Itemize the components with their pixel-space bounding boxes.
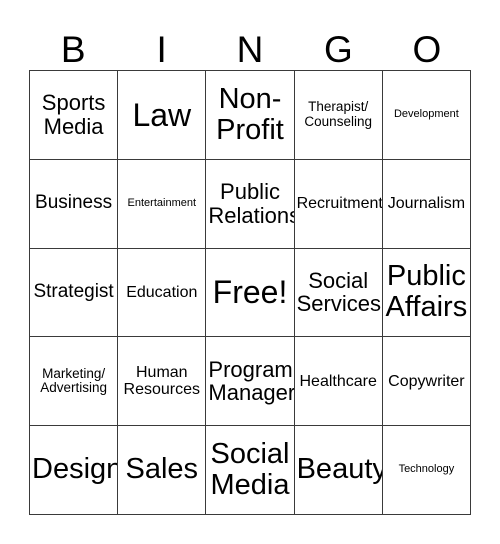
bingo-cell-label: Therapist/ Counseling: [304, 99, 372, 129]
bingo-cell[interactable]: Journalism: [382, 159, 471, 249]
bingo-cell[interactable]: Sales: [118, 426, 207, 515]
bingo-cell[interactable]: Design: [30, 426, 119, 515]
bingo-cell[interactable]: Technology: [382, 426, 471, 515]
bingo-cell-label: Technology: [398, 463, 455, 476]
bingo-cell-label: Entertainment: [127, 196, 197, 209]
bingo-cell-label: Free!: [212, 274, 288, 311]
bingo-header-letter-b: B: [60, 29, 86, 70]
bingo-cell-label: Marketing/ Advertising: [40, 365, 107, 396]
bingo-cell[interactable]: Therapist/ Counseling: [294, 71, 383, 160]
bingo-header-letter-n: N: [236, 29, 264, 70]
bingo-cell[interactable]: Healthcare: [294, 337, 383, 427]
bingo-cell-label: Social Media: [210, 437, 290, 502]
bingo-free-space-cell[interactable]: Free!: [206, 248, 295, 338]
bingo-cell-label: Public Affairs: [385, 260, 468, 324]
bingo-cell-label: Journalism: [387, 195, 466, 213]
bingo-cell[interactable]: Business: [30, 159, 119, 249]
bingo-cell[interactable]: Strategist: [30, 248, 119, 338]
bingo-cell-label: Non- Profit: [216, 82, 284, 146]
bingo-cell[interactable]: Program Manager: [206, 337, 295, 427]
bingo-cell-label: Program Manager: [208, 356, 295, 406]
bingo-cell[interactable]: Non- Profit: [206, 71, 295, 160]
bingo-card: B I N G O Sports Media Law Non- Profit Ther…: [0, 0, 500, 544]
bingo-cell-label: Strategist: [33, 281, 114, 303]
bingo-cell[interactable]: Education: [118, 248, 207, 338]
bingo-cell[interactable]: Copywriter: [382, 337, 471, 427]
bingo-cell-label: Copywriter: [388, 372, 465, 390]
bingo-cell-label: Development: [393, 107, 459, 120]
bingo-cell[interactable]: Social Services: [294, 248, 383, 338]
bingo-cell[interactable]: Public Relations: [206, 159, 295, 249]
bingo-cell-label: Education: [126, 283, 198, 301]
bingo-grid: Sports Media Law Non- Profit Therapist/ Cou…: [29, 70, 471, 515]
bingo-cell[interactable]: Development: [382, 71, 471, 160]
bingo-header-letter-i: I: [156, 29, 167, 70]
bingo-cell-label: Law: [132, 96, 192, 133]
bingo-cell[interactable]: Beauty: [294, 426, 383, 515]
bingo-cell[interactable]: Marketing/ Advertising: [30, 337, 119, 427]
bingo-cell[interactable]: Recruitment: [294, 159, 383, 249]
bingo-cell-label: Design: [32, 453, 119, 486]
bingo-cell-label: Beauty: [296, 453, 383, 486]
bingo-cell[interactable]: Social Media: [206, 426, 295, 515]
bingo-header-letter-g: G: [324, 29, 353, 70]
bingo-cell-label: Sports Media: [41, 90, 106, 139]
bingo-cell-label: Social Services: [296, 267, 381, 317]
bingo-cell[interactable]: Entertainment: [118, 159, 207, 249]
bingo-cell-label: Recruitment: [296, 195, 383, 213]
bingo-cell[interactable]: Public Affairs: [382, 248, 471, 338]
bingo-cell-label: Public Relations: [208, 178, 295, 228]
bingo-header-letter-o: O: [412, 29, 442, 70]
bingo-cell-label: Sales: [125, 453, 199, 486]
bingo-header-row: B I N G O: [29, 14, 471, 70]
bingo-cell-label: Business: [35, 192, 113, 214]
bingo-cell-label: Healthcare: [299, 372, 377, 390]
bingo-cell[interactable]: Human Resources: [118, 337, 207, 427]
bingo-cell-label: Human Resources: [123, 364, 201, 399]
bingo-cell[interactable]: Sports Media: [30, 71, 119, 160]
bingo-cell[interactable]: Law: [118, 71, 207, 160]
